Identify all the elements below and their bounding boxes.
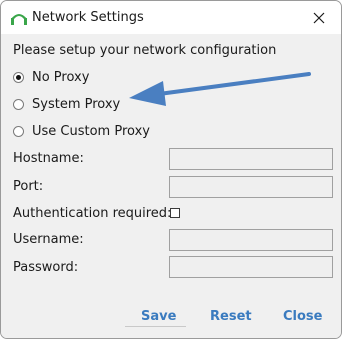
page-title: Please setup your network configuration <box>13 43 277 58</box>
reset-button[interactable]: Reset <box>210 308 252 325</box>
dialog-content: Please setup your network configuration … <box>1 34 341 338</box>
password-label: Password: <box>13 260 79 275</box>
window-title: Network Settings <box>32 10 144 25</box>
title-bar[interactable]: Network Settings <box>1 1 341 34</box>
hostname-label: Hostname: <box>13 151 84 166</box>
username-label: Username: <box>13 232 84 247</box>
username-field[interactable] <box>169 229 333 251</box>
radio-button[interactable] <box>13 98 24 110</box>
radio-button[interactable] <box>13 125 24 137</box>
save-button-underline <box>125 326 186 327</box>
hostname-field[interactable] <box>169 148 333 170</box>
port-label: Port: <box>13 179 44 194</box>
radio-label: No Proxy <box>32 69 90 85</box>
authentication-label: Authentication required: <box>13 206 172 221</box>
password-field[interactable] <box>169 256 333 278</box>
radio-label: Use Custom Proxy <box>32 123 150 139</box>
radio-system-proxy[interactable]: System Proxy <box>13 95 120 113</box>
radio-no-proxy[interactable]: No Proxy <box>13 68 89 86</box>
close-icon <box>313 12 325 23</box>
save-button[interactable]: Save <box>141 308 176 325</box>
close-button[interactable]: Close <box>283 308 322 325</box>
radio-label: System Proxy <box>32 96 121 112</box>
authentication-checkbox[interactable] <box>170 208 180 218</box>
app-logo-icon <box>11 14 27 25</box>
radio-button-checked[interactable] <box>13 71 24 83</box>
network-settings-dialog: Network Settings Please setup your netwo… <box>0 0 342 339</box>
close-window-button[interactable] <box>297 1 341 34</box>
port-field[interactable] <box>169 176 333 198</box>
radio-custom-proxy[interactable]: Use Custom Proxy <box>13 122 150 140</box>
